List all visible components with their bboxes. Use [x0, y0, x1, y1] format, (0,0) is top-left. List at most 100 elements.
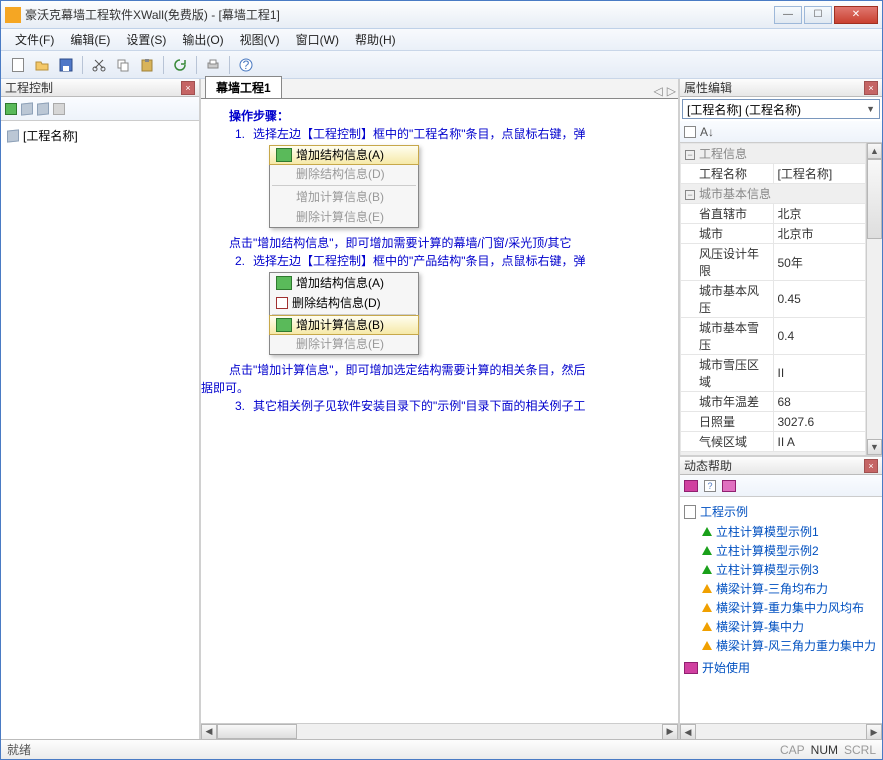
scroll-down-icon[interactable]: ▼ [867, 439, 882, 455]
sort-az-icon[interactable]: A↓ [700, 125, 714, 139]
help-link[interactable]: 横梁计算-重力集中力风均布 [702, 598, 878, 617]
help-body: 工程示例 立柱计算模型示例1立柱计算模型示例2立柱计算模型示例3横梁计算-三角均… [680, 497, 882, 739]
help-panel-close-icon[interactable]: × [864, 459, 878, 473]
menu-window[interactable]: 窗口(W) [288, 29, 347, 50]
menu2-add-calc[interactable]: 增加计算信息(B) [269, 315, 419, 335]
scroll-right-icon[interactable]: ▶ [662, 724, 678, 739]
prop-combo-label: [工程名称] (工程名称) [687, 101, 801, 118]
cut-button[interactable] [88, 54, 110, 76]
property-grid: −工程信息工程名称[工程名称]−城市基本信息省直辖市北京城市北京市风压设计年限5… [680, 143, 882, 455]
menu2-add-struct[interactable]: 增加结构信息(A) [270, 273, 418, 293]
tree-root-item[interactable]: [工程名称] [5, 125, 195, 146]
note2b: 据即可。 [201, 379, 664, 397]
tab-prev-icon[interactable]: ◁ [654, 84, 663, 98]
minimize-button[interactable]: — [774, 6, 802, 24]
prop-group[interactable]: −城市基本信息 [681, 184, 866, 204]
num-lock-indicator: NUM [811, 743, 838, 757]
help-link[interactable]: 立柱计算模型示例1 [702, 522, 878, 541]
scroll-lock-indicator: SCRL [844, 743, 876, 757]
tool-icon-3[interactable] [37, 102, 49, 115]
center-hscrollbar[interactable]: ◀ ▶ [201, 723, 678, 739]
prop-value[interactable]: 68 [773, 392, 866, 412]
menu1-del-calc: 删除计算信息(E) [270, 207, 418, 227]
prop-value[interactable]: II [773, 355, 866, 392]
maximize-button[interactable]: ☐ [804, 6, 832, 24]
refresh-button[interactable] [169, 54, 191, 76]
context-menu-2: 增加结构信息(A) 删除结构信息(D) 增加计算信息(B) 删除计算信息(E) [269, 272, 419, 355]
prop-value[interactable]: 0.45 [773, 281, 866, 318]
print-button[interactable] [202, 54, 224, 76]
prop-value[interactable]: 0.4 [773, 318, 866, 355]
menu-edit[interactable]: 编辑(E) [62, 29, 118, 50]
prop-vscrollbar[interactable]: ▲ ▼ [866, 143, 882, 455]
tab-project[interactable]: 幕墙工程1 [205, 76, 282, 98]
prop-value[interactable]: II A [773, 432, 866, 452]
step1-num: 1. [229, 125, 253, 143]
prop-group[interactable]: −工程信息 [681, 144, 866, 164]
arrow-icon [702, 603, 712, 612]
scroll-thumb[interactable] [217, 724, 297, 739]
tab-next-icon[interactable]: ▷ [667, 84, 676, 98]
left-panel-close-icon[interactable]: × [181, 81, 195, 95]
menu-bar: 文件(F) 编辑(E) 设置(S) 输出(O) 视图(V) 窗口(W) 帮助(H… [1, 29, 882, 51]
paste-button[interactable] [136, 54, 158, 76]
menu-view[interactable]: 视图(V) [232, 29, 288, 50]
close-button[interactable]: ✕ [834, 6, 878, 24]
document-tabs: 幕墙工程1 ◁ ▷ [201, 79, 678, 99]
scroll-left-icon[interactable]: ◀ [680, 724, 696, 739]
menu2-del-struct[interactable]: 删除结构信息(D) [270, 293, 418, 313]
prop-value[interactable]: 北京 [773, 204, 866, 224]
step3-num: 3. [229, 397, 253, 415]
book-icon[interactable] [684, 480, 698, 492]
menu-settings[interactable]: 设置(S) [118, 29, 174, 50]
categorize-icon[interactable] [684, 126, 696, 138]
arrow-icon [702, 565, 712, 574]
prop-object-select[interactable]: [工程名称] (工程名称) ▼ [682, 99, 880, 119]
add-icon [276, 276, 292, 290]
help-link[interactable]: 立柱计算模型示例3 [702, 560, 878, 579]
menu-file[interactable]: 文件(F) [7, 29, 62, 50]
prop-key: 城市基本雪压 [681, 318, 774, 355]
chevron-down-icon: ▼ [866, 104, 875, 114]
prop-key: 城市 [681, 224, 774, 244]
help-panel-title: 动态帮助 × [680, 457, 882, 475]
scroll-up-icon[interactable]: ▲ [867, 143, 882, 159]
prop-key: 风压设计年限 [681, 244, 774, 281]
prop-value[interactable]: 50年 [773, 244, 866, 281]
save-button[interactable] [55, 54, 77, 76]
note2: 点击"增加计算信息"，即可增加选定结构需要计算的相关条目，然后 [229, 361, 664, 379]
help-link[interactable]: 立柱计算模型示例2 [702, 541, 878, 560]
prop-value[interactable]: [工程名称] [773, 164, 866, 184]
left-panel-title: 工程控制 × [1, 79, 199, 97]
scroll-right-icon[interactable]: ▶ [866, 724, 882, 739]
question-icon[interactable]: ? [704, 480, 716, 492]
tool-icon-2[interactable] [21, 102, 33, 115]
help-hscrollbar[interactable]: ◀ ▶ [680, 723, 882, 739]
help-link[interactable]: 横梁计算-集中力 [702, 617, 878, 636]
open-button[interactable] [31, 54, 53, 76]
tool-icon-4[interactable] [53, 103, 65, 115]
book2-icon[interactable] [722, 480, 736, 492]
prop-value[interactable]: 北京市 [773, 224, 866, 244]
scroll-left-icon[interactable]: ◀ [201, 724, 217, 739]
tool-icon-1[interactable] [5, 103, 17, 115]
new-button[interactable] [7, 54, 29, 76]
help-link[interactable]: 横梁计算-三角均布力 [702, 579, 878, 598]
prop-key: 城市年温差 [681, 392, 774, 412]
scroll-thumb[interactable] [867, 159, 882, 239]
left-toolbar [1, 97, 199, 121]
help-link[interactable]: 横梁计算-风三角力重力集中力 [702, 636, 878, 655]
help-root[interactable]: 工程示例 [684, 503, 878, 520]
help-button[interactable]: ? [235, 54, 257, 76]
copy-button[interactable] [112, 54, 134, 76]
menu1-del-struct: 删除结构信息(D) [270, 164, 418, 184]
book-icon [684, 662, 698, 674]
prop-value[interactable]: 3027.6 [773, 412, 866, 432]
prop-group[interactable]: −其它设计信息 [681, 452, 866, 456]
menu1-add-struct[interactable]: 增加结构信息(A) [269, 145, 419, 165]
arrow-icon [702, 546, 712, 555]
prop-panel-close-icon[interactable]: × [864, 81, 878, 95]
menu-help[interactable]: 帮助(H) [347, 29, 404, 50]
help-begin[interactable]: 开始使用 [684, 659, 878, 676]
menu-output[interactable]: 输出(O) [174, 29, 231, 50]
